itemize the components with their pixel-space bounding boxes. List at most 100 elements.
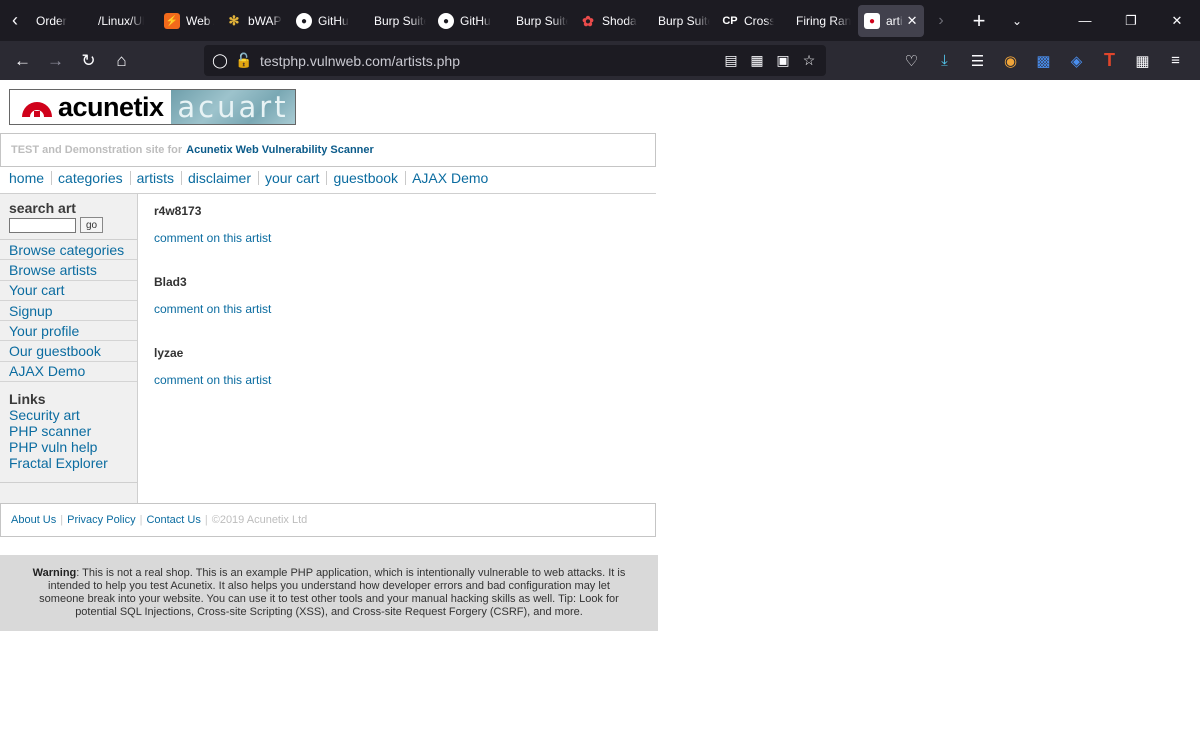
pocket-icon[interactable]: ♡ — [895, 45, 928, 77]
tab-10[interactable]: CP Cross- — [716, 5, 780, 37]
tab-4[interactable]: ● GitHu — [290, 5, 360, 37]
tab-title: Burp Suite — [658, 14, 710, 28]
acunetix-logo-icon — [22, 102, 52, 117]
extensions-grid-icon[interactable]: ▣ — [770, 45, 796, 76]
tagline-link[interactable]: Acunetix Web Vulnerability Scanner — [186, 144, 374, 156]
tab-bar: ‹ Order /Linux/Ub ⚡ Web A ✻ bWAP ● GitHu… — [0, 0, 1200, 41]
copyright: ©2019 Acunetix Ltd — [211, 514, 308, 526]
tab-strip: Order /Linux/Ub ⚡ Web A ✻ bWAP ● GitHu B… — [30, 0, 924, 41]
home-icon[interactable]: ⌂ — [105, 45, 138, 77]
top-navigation: home categories artists disclaimer your … — [9, 168, 488, 188]
extensions-icon[interactable]: ▦ — [1126, 45, 1159, 77]
nav-your-cart[interactable]: your cart — [265, 170, 319, 186]
warning-box: Warning: This is not a real shop. This i… — [0, 555, 658, 631]
tab-scroll-left-icon[interactable]: ‹ — [0, 0, 30, 41]
tab-scroll-right-icon[interactable]: › — [922, 0, 960, 41]
t-extension-icon[interactable]: T — [1093, 45, 1126, 77]
footer-contact-us[interactable]: Contact Us — [146, 514, 200, 526]
link-fractal-explorer[interactable]: Fractal Explorer — [0, 455, 137, 471]
warning-text: : This is not a real shop. This is an ex… — [39, 567, 626, 618]
sidebar-item-browse-categories[interactable]: Browse categories — [0, 240, 137, 261]
sidebar-item-your-cart[interactable]: Your cart — [0, 281, 137, 301]
comment-link[interactable]: comment on this artist — [154, 373, 271, 387]
nav-guestbook[interactable]: guestbook — [333, 170, 398, 186]
reload-icon[interactable]: ↻ — [72, 45, 105, 77]
search-input[interactable] — [9, 217, 76, 233]
bookmark-star-icon[interactable]: ☆ — [796, 45, 822, 76]
github-icon: ● — [296, 13, 312, 29]
tab-3[interactable]: ✻ bWAP — [220, 5, 290, 37]
tab-2[interactable]: ⚡ Web A — [150, 5, 220, 37]
go-button[interactable]: go — [80, 217, 103, 233]
cp-icon: CP — [722, 15, 738, 27]
nav-categories[interactable]: categories — [58, 170, 123, 186]
local-cdn-icon[interactable]: ◉ — [994, 45, 1027, 77]
tab-title: Cross- — [744, 14, 774, 28]
minimize-icon[interactable]: — — [1062, 0, 1108, 41]
sidebar-item-your-profile[interactable]: Your profile — [0, 321, 137, 342]
logo-word: acunetix — [58, 91, 164, 122]
url-text[interactable]: testphp.vulnweb.com/artists.php — [260, 53, 460, 69]
comment-link[interactable]: comment on this artist — [154, 231, 271, 245]
acunetix-icon: ● — [864, 13, 880, 29]
library-icon[interactable]: ☰ — [961, 45, 994, 77]
tab-5[interactable]: Burp Suite — [360, 5, 432, 37]
hamburger-menu-icon[interactable]: ≡ — [1159, 45, 1192, 77]
sidebar-item-our-guestbook[interactable]: Our guestbook — [0, 341, 137, 362]
footer-about-us[interactable]: About Us — [11, 514, 56, 526]
tab-title: arti — [886, 14, 903, 28]
sidebar-item-browse-artists[interactable]: Browse artists — [0, 260, 137, 281]
artist-name[interactable]: r4w8173 — [154, 204, 271, 218]
forward-arrow-icon[interactable]: → — [39, 45, 72, 77]
shield-icon[interactable]: ◯ — [208, 45, 232, 76]
tab-title: GitHu — [460, 14, 491, 28]
insecure-lock-icon[interactable]: 🔓 — [232, 45, 256, 76]
artists-list: r4w8173 comment on this artist Blad3 com… — [154, 204, 271, 387]
back-arrow-icon[interactable]: ← — [6, 45, 39, 77]
tab-9[interactable]: Burp Suite — [644, 5, 716, 37]
tab-controls: › + ⌄ — ❐ ✕ — [922, 0, 1200, 41]
tagline-prefix: TEST and Demonstration site for — [11, 144, 183, 156]
comment-link[interactable]: comment on this artist — [154, 302, 271, 316]
tab-1[interactable]: /Linux/Ub — [80, 5, 150, 37]
warning-label: Warning — [32, 567, 77, 579]
artist-name[interactable]: lyzae — [154, 346, 271, 360]
logo-sub: acuart — [177, 90, 289, 124]
nav-disclaimer[interactable]: disclaimer — [188, 170, 251, 186]
tab-6[interactable]: ● GitHu — [432, 5, 502, 37]
link-php-scanner[interactable]: PHP scanner — [0, 423, 137, 439]
reader-view-icon[interactable]: ▤ — [718, 45, 744, 76]
tab-12-active[interactable]: ● arti ✕ — [858, 5, 924, 37]
tab-close-icon[interactable]: ✕ — [907, 13, 918, 29]
nav-artists[interactable]: artists — [137, 170, 174, 186]
nav-ajax-demo[interactable]: AJAX Demo — [412, 170, 488, 186]
tab-7[interactable]: Burp Suite — [502, 5, 574, 37]
bolt-icon: ⚡ — [164, 13, 180, 29]
language-extension-icon[interactable]: ◈ — [1060, 45, 1093, 77]
nav-home[interactable]: home — [9, 170, 44, 186]
link-php-vuln-help[interactable]: PHP vuln help — [0, 439, 137, 455]
list-item: Blad3 comment on this artist — [154, 275, 271, 316]
artist-name[interactable]: Blad3 — [154, 275, 271, 289]
sidebar-item-ajax-demo[interactable]: AJAX Demo — [0, 362, 137, 383]
tab-11[interactable]: Firing Ran — [780, 5, 858, 37]
new-tab-icon[interactable]: + — [960, 0, 998, 41]
sidebar-item-signup[interactable]: Signup — [0, 301, 137, 322]
tab-title: Burp Suite — [374, 14, 426, 28]
footer-privacy-policy[interactable]: Privacy Policy — [67, 514, 135, 526]
translate-icon[interactable]: ▦ — [744, 45, 770, 76]
site-logo[interactable]: acunetix acuart — [9, 89, 296, 125]
restore-icon[interactable]: ❐ — [1108, 0, 1154, 41]
sidebar-menu: Browse categories Browse artists Your ca… — [0, 239, 137, 383]
tab-title: Order — [36, 14, 67, 28]
link-security-art[interactable]: Security art — [0, 407, 137, 423]
acuart-banner: acuart — [171, 90, 295, 124]
tab-0[interactable]: Order — [30, 5, 80, 37]
download-icon[interactable]: ⤓ — [928, 45, 961, 77]
tab-8[interactable]: ✿ Shoda — [574, 5, 644, 37]
close-window-icon[interactable]: ✕ — [1154, 0, 1200, 41]
list-tabs-chevron-down-icon[interactable]: ⌄ — [998, 0, 1036, 41]
tab-title: /Linux/Ub — [98, 14, 144, 28]
translate-extension-icon[interactable]: ▩ — [1027, 45, 1060, 77]
url-bar[interactable]: ◯ 🔓 testphp.vulnweb.com/artists.php ▤ ▦ … — [204, 45, 826, 76]
